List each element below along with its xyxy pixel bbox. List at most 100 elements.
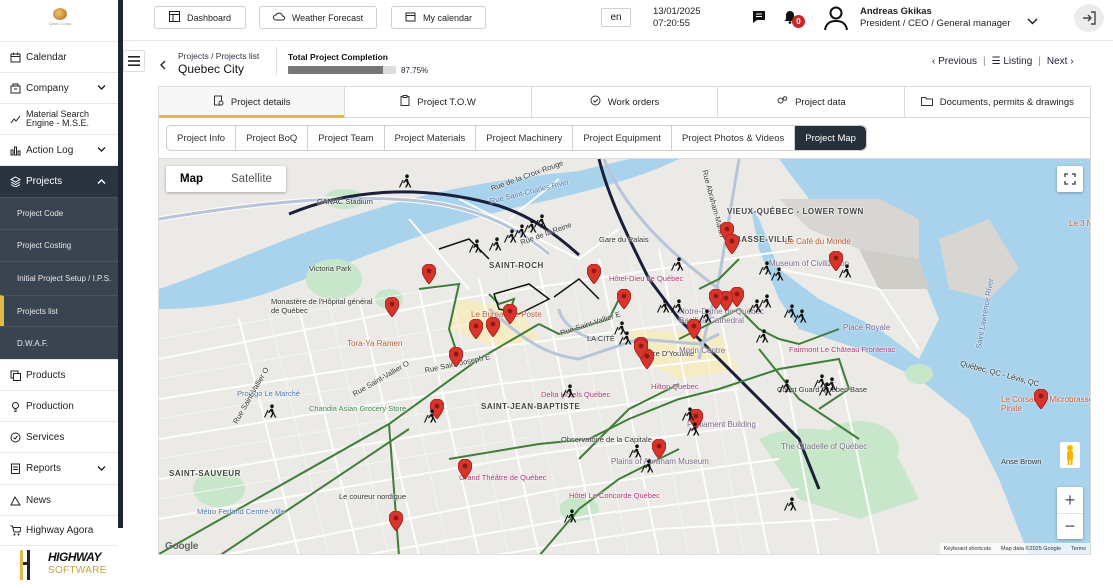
sidebar-sub-project-costing[interactable]: Project Costing bbox=[0, 229, 118, 261]
sidebar-item-news[interactable]: News bbox=[0, 484, 118, 515]
construction-worker-icon[interactable] bbox=[534, 214, 548, 228]
sidebar-sub-projects-list[interactable]: Projects list bbox=[0, 295, 118, 326]
construction-worker-icon[interactable] bbox=[671, 299, 685, 313]
subtab-project-machinery[interactable]: Project Machinery bbox=[476, 126, 574, 150]
map-marker-icon[interactable] bbox=[468, 318, 484, 340]
construction-worker-icon[interactable] bbox=[489, 237, 503, 251]
construction-worker-icon[interactable] bbox=[779, 379, 793, 393]
google-logo: Google bbox=[165, 541, 199, 552]
subtab-project-equipment[interactable]: Project Equipment bbox=[573, 126, 672, 150]
my-calendar-button[interactable]: My calendar bbox=[391, 6, 486, 29]
map-marker-icon[interactable] bbox=[651, 438, 667, 460]
zoom-out-button[interactable]: − bbox=[1057, 513, 1083, 539]
chat-icon[interactable] bbox=[752, 10, 766, 29]
construction-worker-icon[interactable] bbox=[629, 444, 643, 458]
subtab-project-materials[interactable]: Project Materials bbox=[385, 126, 477, 150]
map-marker-icon[interactable] bbox=[502, 303, 518, 325]
construction-worker-icon[interactable] bbox=[759, 294, 773, 308]
sidebar-item-highway-agora[interactable]: Highway Agora bbox=[0, 515, 118, 546]
sidebar-sub-dwaf[interactable]: D.W.A.F. bbox=[0, 326, 118, 359]
sidebar-sub-project-code[interactable]: Project Code bbox=[0, 197, 118, 229]
map-marker-icon[interactable] bbox=[457, 458, 473, 480]
map-marker-icon[interactable] bbox=[485, 316, 501, 338]
previous-link[interactable]: ‹ Previous bbox=[932, 56, 977, 67]
subtab-project-photos[interactable]: Project Photos & Videos bbox=[672, 126, 796, 150]
sidebar-item-calendar[interactable]: Calendar bbox=[0, 41, 118, 72]
terms-link[interactable]: Terms bbox=[1071, 546, 1086, 552]
avatar[interactable] bbox=[823, 5, 849, 36]
construction-worker-icon[interactable] bbox=[687, 422, 701, 436]
construction-worker-icon[interactable] bbox=[671, 257, 685, 271]
chevron-down-icon bbox=[97, 145, 106, 156]
construction-worker-icon[interactable] bbox=[264, 404, 278, 418]
construction-worker-icon[interactable] bbox=[562, 384, 576, 398]
subtab-project-map[interactable]: Project Map bbox=[795, 126, 866, 150]
company-logo[interactable]: Qonto Comp bbox=[40, 8, 80, 34]
construction-worker-icon[interactable] bbox=[699, 309, 713, 323]
construction-worker-icon[interactable] bbox=[657, 299, 671, 313]
construction-worker-icon[interactable] bbox=[682, 407, 696, 421]
bar-chart-icon bbox=[9, 144, 21, 156]
keyboard-shortcuts-link[interactable]: Keyboard shortcuts bbox=[944, 546, 991, 552]
street-view-pegman-icon[interactable] bbox=[1060, 442, 1080, 468]
tab-project-details[interactable]: Project details bbox=[159, 87, 346, 118]
subtab-project-info[interactable]: Project Info bbox=[167, 126, 237, 150]
map-label: CANAC Stadium bbox=[317, 197, 373, 206]
next-link[interactable]: Next › bbox=[1047, 56, 1074, 67]
user-menu-chevron-icon[interactable] bbox=[1027, 12, 1038, 30]
construction-worker-icon[interactable] bbox=[564, 509, 578, 523]
sidebar-item-mse[interactable]: Material Search Engine - M.S.E. bbox=[0, 103, 118, 134]
menu-toggle-button[interactable] bbox=[123, 50, 145, 72]
construction-worker-icon[interactable] bbox=[794, 309, 808, 323]
map-marker-icon[interactable] bbox=[633, 338, 649, 360]
construction-worker-icon[interactable] bbox=[619, 331, 633, 345]
logout-button[interactable] bbox=[1074, 4, 1104, 32]
listing-link[interactable]: ☰ Listing bbox=[992, 56, 1033, 67]
map-marker-icon[interactable] bbox=[448, 346, 464, 368]
map-marker-icon[interactable] bbox=[388, 510, 404, 532]
construction-worker-icon[interactable] bbox=[756, 329, 770, 343]
dashboard-button[interactable]: Dashboard bbox=[154, 6, 246, 29]
construction-worker-icon[interactable] bbox=[469, 239, 483, 253]
sidebar-item-projects[interactable]: Projects bbox=[0, 165, 118, 197]
project-tabs: Project details Project T.O.W Work order… bbox=[158, 86, 1091, 118]
project-map[interactable]: Map Satellite + − Google Keyboard shortc… bbox=[158, 158, 1091, 555]
map-marker-icon[interactable] bbox=[586, 263, 602, 285]
back-chevron-icon[interactable] bbox=[160, 57, 166, 75]
map-marker-icon[interactable] bbox=[384, 296, 400, 318]
map-marker-icon[interactable] bbox=[1033, 388, 1049, 410]
map-marker-icon[interactable] bbox=[616, 288, 632, 310]
tab-project-data[interactable]: Project data bbox=[718, 87, 905, 117]
map-marker-icon[interactable] bbox=[421, 263, 437, 285]
fullscreen-button[interactable] bbox=[1057, 166, 1083, 192]
tab-project-tow[interactable]: Project T.O.W bbox=[345, 87, 532, 117]
tab-documents[interactable]: Documents, permits & drawings bbox=[905, 87, 1090, 117]
breadcrumb[interactable]: Projects / Projects list bbox=[178, 51, 259, 61]
map-type-satellite[interactable]: Satellite bbox=[217, 166, 286, 192]
notification-bell[interactable]: 0 bbox=[783, 10, 807, 28]
zoom-in-button[interactable]: + bbox=[1057, 487, 1083, 513]
sidebar-item-services[interactable]: Services bbox=[0, 421, 118, 452]
subtab-project-team[interactable]: Project Team bbox=[308, 126, 385, 150]
map-marker-icon[interactable] bbox=[708, 288, 724, 310]
construction-worker-icon[interactable] bbox=[824, 377, 838, 391]
construction-worker-icon[interactable] bbox=[784, 497, 798, 511]
weather-forecast-button[interactable]: Weather Forecast bbox=[259, 6, 377, 29]
construction-worker-icon[interactable] bbox=[839, 264, 853, 278]
map-marker-icon[interactable] bbox=[724, 233, 740, 255]
map-label: Gare du Palais bbox=[599, 235, 649, 244]
sidebar-item-company[interactable]: Company bbox=[0, 72, 118, 103]
sidebar-item-action-log[interactable]: Action Log bbox=[0, 134, 118, 165]
construction-worker-icon[interactable] bbox=[771, 267, 785, 281]
map-type-map[interactable]: Map bbox=[166, 166, 217, 192]
tab-work-orders[interactable]: Work orders bbox=[532, 87, 719, 117]
sidebar-item-reports[interactable]: Reports bbox=[0, 452, 118, 484]
subtab-project-boq[interactable]: Project BoQ bbox=[236, 126, 309, 150]
construction-worker-icon[interactable] bbox=[641, 459, 655, 473]
construction-worker-icon[interactable] bbox=[424, 409, 438, 423]
language-select[interactable]: en bbox=[601, 8, 631, 27]
sidebar-item-production[interactable]: Production bbox=[0, 390, 118, 421]
sidebar-item-products[interactable]: Products bbox=[0, 359, 118, 390]
construction-worker-icon[interactable] bbox=[399, 174, 413, 188]
sidebar-sub-initial-setup[interactable]: Initial Project Setup / I.P.S. bbox=[0, 261, 118, 295]
